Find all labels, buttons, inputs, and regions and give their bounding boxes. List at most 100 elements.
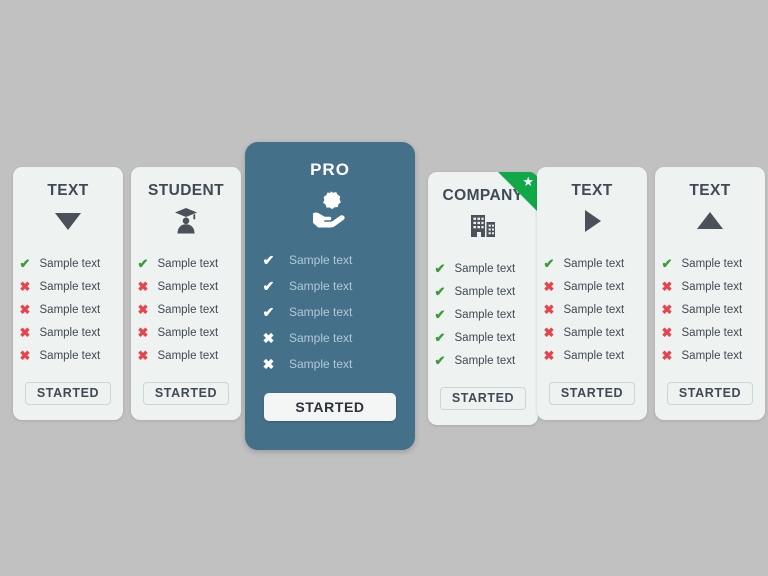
feature-list-student: ✔ Sample text ✖ Sample text ✖ Sample text ✖ Sam… bbox=[131, 252, 241, 367]
cross-icon: ✖ bbox=[19, 325, 31, 340]
feature-label: Sample text bbox=[454, 331, 516, 344]
feature-label: Sample text bbox=[157, 326, 219, 339]
feature-row: ✔ Sample text bbox=[260, 299, 415, 325]
feature-label: Sample text bbox=[39, 349, 101, 362]
feature-label: Sample text bbox=[39, 303, 101, 316]
feature-label: Sample text bbox=[39, 280, 101, 293]
feature-row: ✔ Sample text bbox=[260, 247, 415, 273]
feature-list-text-2: ✔ Sample text ✖ Sample text ✖ Sample text ✖ Sam… bbox=[537, 252, 647, 367]
cross-icon: ✖ bbox=[19, 279, 31, 294]
feature-row: ✖ Sample text bbox=[660, 298, 766, 321]
feature-row: ✔ Sample text bbox=[433, 326, 539, 349]
feature-list-text-3: ✔ Sample text ✖ Sample text ✖ Sample text ✖ Sam… bbox=[655, 252, 765, 367]
feature-label: Sample text bbox=[563, 257, 625, 270]
feature-row: ✖ Sample text bbox=[136, 275, 242, 298]
feature-label: Sample text bbox=[157, 303, 219, 316]
check-icon: ✔ bbox=[434, 307, 446, 322]
featured-corner-ribbon: ★ bbox=[498, 172, 538, 212]
feature-row: ✖ Sample text bbox=[260, 351, 415, 377]
started-button-company[interactable]: STARTED bbox=[440, 387, 526, 410]
feature-row: ✖ Sample text bbox=[542, 298, 648, 321]
office-buildings-icon bbox=[468, 210, 498, 242]
feature-label: Sample text bbox=[157, 257, 219, 270]
cross-icon: ✖ bbox=[137, 279, 149, 294]
feature-row: ✖ Sample text bbox=[260, 325, 415, 351]
feature-row: ✖ Sample text bbox=[136, 321, 242, 344]
cross-icon: ✖ bbox=[19, 302, 31, 317]
cross-icon: ✖ bbox=[661, 348, 673, 363]
started-button-pro[interactable]: STARTED bbox=[264, 393, 396, 421]
card-title-text-3: TEXT bbox=[689, 182, 731, 199]
pricing-card-pro[interactable]: PRO ✔ Sample text ✔ Sample text ✔ Sample text ✖… bbox=[245, 142, 415, 450]
feature-label: Sample text bbox=[563, 326, 625, 339]
pricing-table: TEXT ✔ Sample text ✖ Sample text ✖ Sample text… bbox=[0, 0, 768, 576]
cross-icon: ✖ bbox=[137, 302, 149, 317]
feature-label: Sample text bbox=[681, 257, 743, 270]
graduate-icon bbox=[173, 205, 199, 237]
feature-label: Sample text bbox=[454, 262, 516, 275]
cross-icon: ✖ bbox=[137, 348, 149, 363]
check-icon: ✔ bbox=[19, 256, 31, 271]
started-button-text-2[interactable]: STARTED bbox=[549, 382, 635, 405]
triangle-down-icon bbox=[53, 205, 83, 237]
feature-row: ✖ Sample text bbox=[660, 344, 766, 367]
cross-icon: ✖ bbox=[543, 348, 555, 363]
feature-row: ✖ Sample text bbox=[660, 275, 766, 298]
card-title-text-2: TEXT bbox=[571, 182, 613, 199]
feature-row: ✔ Sample text bbox=[260, 273, 415, 299]
feature-label: Sample text bbox=[157, 280, 219, 293]
feature-label: Sample text bbox=[289, 279, 353, 293]
cross-icon: ✖ bbox=[262, 356, 275, 372]
check-icon: ✔ bbox=[262, 278, 275, 294]
feature-label: Sample text bbox=[289, 331, 353, 345]
feature-label: Sample text bbox=[157, 349, 219, 362]
feature-label: Sample text bbox=[454, 308, 516, 321]
feature-row: ✔ Sample text bbox=[18, 252, 124, 275]
feature-label: Sample text bbox=[563, 303, 625, 316]
cross-icon: ✖ bbox=[137, 325, 149, 340]
feature-label: Sample text bbox=[39, 257, 101, 270]
feature-row: ✖ Sample text bbox=[18, 275, 124, 298]
pricing-card-company[interactable]: ★ COMPANY ✔ Sample text ✔ Sample text ✔ Sample … bbox=[428, 172, 538, 425]
feature-label: Sample text bbox=[563, 349, 625, 362]
feature-row: ✔ Sample text bbox=[433, 303, 539, 326]
feature-row: ✔ Sample text bbox=[433, 349, 539, 372]
cross-icon: ✖ bbox=[661, 325, 673, 340]
started-button-student[interactable]: STARTED bbox=[143, 382, 229, 405]
feature-row: ✔ Sample text bbox=[660, 252, 766, 275]
pricing-card-text-1[interactable]: TEXT ✔ Sample text ✖ Sample text ✖ Sample text… bbox=[13, 167, 123, 420]
feature-list-text-1: ✔ Sample text ✖ Sample text ✖ Sample text ✖ Sam… bbox=[13, 252, 123, 367]
feature-list-company: ✔ Sample text ✔ Sample text ✔ Sample text ✔ Sam… bbox=[428, 257, 538, 372]
started-button-text-3[interactable]: STARTED bbox=[667, 382, 753, 405]
feature-label: Sample text bbox=[681, 326, 743, 339]
feature-label: Sample text bbox=[681, 303, 743, 316]
feature-row: ✖ Sample text bbox=[18, 298, 124, 321]
card-title-pro: PRO bbox=[310, 160, 350, 179]
feature-row: ✔ Sample text bbox=[136, 252, 242, 275]
feature-row: ✖ Sample text bbox=[18, 344, 124, 367]
hand-holding-badge-icon bbox=[309, 187, 351, 229]
card-title-student: STUDENT bbox=[148, 182, 224, 199]
check-icon: ✔ bbox=[262, 304, 275, 320]
triangle-right-icon bbox=[581, 205, 603, 237]
star-icon: ★ bbox=[522, 174, 534, 189]
feature-row: ✖ Sample text bbox=[136, 298, 242, 321]
check-icon: ✔ bbox=[661, 256, 673, 271]
pricing-card-student[interactable]: STUDENT ✔ Sample text ✖ Sample text ✖ Sample t… bbox=[131, 167, 241, 420]
check-icon: ✔ bbox=[137, 256, 149, 271]
cross-icon: ✖ bbox=[661, 302, 673, 317]
feature-label: Sample text bbox=[39, 326, 101, 339]
check-icon: ✔ bbox=[262, 252, 275, 268]
check-icon: ✔ bbox=[434, 353, 446, 368]
check-icon: ✔ bbox=[434, 330, 446, 345]
feature-label: Sample text bbox=[289, 357, 353, 371]
pricing-card-text-2[interactable]: TEXT ✔ Sample text ✖ Sample text ✖ Sample text… bbox=[537, 167, 647, 420]
cross-icon: ✖ bbox=[262, 330, 275, 346]
feature-row: ✖ Sample text bbox=[136, 344, 242, 367]
cross-icon: ✖ bbox=[661, 279, 673, 294]
feature-list-pro: ✔ Sample text ✔ Sample text ✔ Sample text ✖ Sam… bbox=[245, 247, 415, 377]
pricing-card-text-3[interactable]: TEXT ✔ Sample text ✖ Sample text ✖ Sample text… bbox=[655, 167, 765, 420]
feature-row: ✖ Sample text bbox=[542, 321, 648, 344]
feature-row: ✖ Sample text bbox=[660, 321, 766, 344]
started-button-text-1[interactable]: STARTED bbox=[25, 382, 111, 405]
